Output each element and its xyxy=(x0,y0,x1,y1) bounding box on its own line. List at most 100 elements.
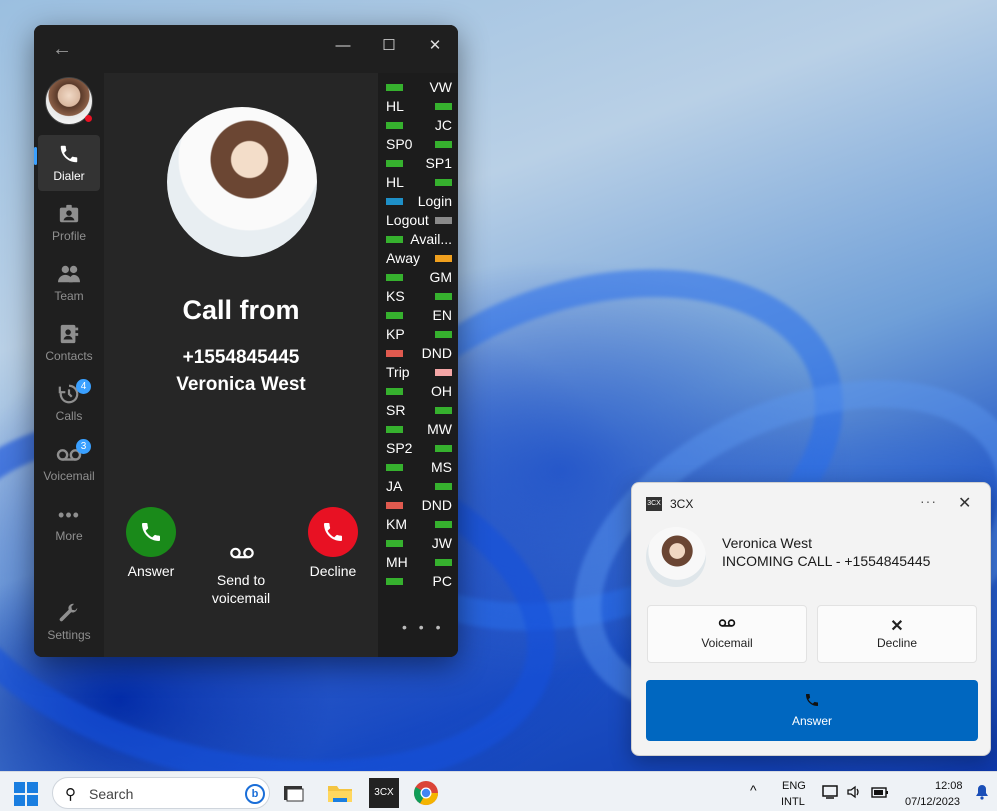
presence-status-indicator xyxy=(386,426,403,433)
sidebar-item-voicemail[interactable]: Voicemail 3 xyxy=(38,435,100,491)
sidebar-item-team[interactable]: Team xyxy=(38,255,100,311)
sidebar-item-calls[interactable]: Calls 4 xyxy=(38,375,100,431)
language-indicator-1[interactable]: ENG xyxy=(782,780,806,792)
presence-status-indicator xyxy=(435,141,452,148)
taskbar-app-3cx[interactable]: 3CX xyxy=(369,778,399,808)
taskbar-app-chrome[interactable] xyxy=(411,778,441,808)
presence-status-indicator xyxy=(435,483,452,490)
incoming-call-panel: Call from +1554845445 Veronica West Answ… xyxy=(104,73,378,657)
presence-item[interactable]: EN xyxy=(386,307,452,325)
close-icon: ✕ xyxy=(890,618,904,635)
presence-item[interactable]: Avail... xyxy=(386,231,452,249)
taskbar-search[interactable]: ⚲ Search b xyxy=(52,777,270,809)
volume-icon[interactable] xyxy=(846,784,862,803)
answer-button[interactable] xyxy=(126,507,176,557)
presence-status-indicator xyxy=(435,217,452,224)
presence-label: MH xyxy=(386,554,408,570)
presence-item[interactable]: MH xyxy=(386,554,452,572)
presence-item[interactable]: Logout xyxy=(386,212,452,230)
presence-item[interactable]: OH xyxy=(386,383,452,401)
incoming-call-notification: 3CX 3CX ··· ✕ Veronica West INCOMING CAL… xyxy=(631,482,991,756)
presence-item[interactable]: SP2 xyxy=(386,440,452,458)
presence-status-indicator xyxy=(386,578,403,585)
presence-item[interactable]: SR xyxy=(386,402,452,420)
presence-item[interactable]: JW xyxy=(386,535,452,553)
presence-item[interactable]: DND xyxy=(386,345,452,363)
task-view-icon xyxy=(284,786,304,802)
presence-item[interactable]: Login xyxy=(386,193,452,211)
notification-message: INCOMING CALL - +1554845445 xyxy=(722,553,931,569)
active-indicator xyxy=(34,147,37,165)
presence-label: SR xyxy=(386,402,406,418)
presence-label: KP xyxy=(386,326,405,342)
sidebar-item-more[interactable]: ••• More xyxy=(38,495,100,551)
presence-item[interactable]: HL xyxy=(386,174,452,192)
notification-more-button[interactable]: ··· xyxy=(920,493,937,509)
presence-status-indicator xyxy=(386,540,403,547)
presence-item[interactable]: DND xyxy=(386,497,452,515)
send-to-voicemail-button[interactable] xyxy=(229,545,254,561)
presence-item[interactable]: Away xyxy=(386,250,452,268)
presence-status-indicator xyxy=(386,312,403,319)
taskbar-app-explorer[interactable] xyxy=(325,778,355,808)
start-button[interactable] xyxy=(14,782,38,806)
presence-item[interactable]: GM xyxy=(386,269,452,287)
clock-time[interactable]: 12:08 xyxy=(935,780,963,792)
language-indicator-2[interactable]: INTL xyxy=(781,796,805,808)
presence-item[interactable]: KP xyxy=(386,326,452,344)
presence-more-button[interactable]: • • • xyxy=(402,619,444,635)
presence-item[interactable]: SP1 xyxy=(386,155,452,173)
presence-status-indicator xyxy=(435,445,452,452)
notification-decline-button[interactable]: ✕ Decline xyxy=(817,605,977,663)
presence-label: HL xyxy=(386,174,404,190)
presence-status-indicator xyxy=(386,122,403,129)
decline-button[interactable] xyxy=(308,507,358,557)
presence-item[interactable]: MS xyxy=(386,459,452,477)
notification-voicemail-button[interactable]: Voicemail xyxy=(647,605,807,663)
presence-item[interactable]: SP0 xyxy=(386,136,452,154)
presence-label: GM xyxy=(429,269,452,285)
notification-bell-icon[interactable] xyxy=(974,784,990,803)
presence-label: Login xyxy=(417,193,452,209)
minimize-button[interactable]: — xyxy=(328,31,358,61)
presence-status-indicator xyxy=(386,236,403,243)
presence-label: VW xyxy=(429,79,452,95)
presence-label: OH xyxy=(431,383,452,399)
phone-hangup-icon xyxy=(324,523,342,541)
presence-item[interactable]: MW xyxy=(386,421,452,439)
presence-item[interactable]: Trip xyxy=(386,364,452,382)
caller-avatar xyxy=(646,527,706,587)
sidebar-item-dialer[interactable]: Dialer xyxy=(38,135,100,191)
presence-item[interactable]: HL xyxy=(386,98,452,116)
clock-date[interactable]: 07/12/2023 xyxy=(905,796,960,808)
sidebar-item-contacts[interactable]: Contacts xyxy=(38,315,100,371)
sidebar-item-settings[interactable]: Settings xyxy=(38,594,100,650)
maximize-button[interactable]: ☐ xyxy=(374,31,404,61)
presence-label: Logout xyxy=(386,212,429,228)
presence-item[interactable]: PC xyxy=(386,573,452,591)
sidebar-item-profile[interactable]: Profile xyxy=(38,195,100,251)
presence-item[interactable]: KS xyxy=(386,288,452,306)
caller-photo xyxy=(167,107,317,257)
bing-icon[interactable]: b xyxy=(245,784,265,804)
presence-status-indicator xyxy=(386,160,403,167)
presence-item[interactable]: KM xyxy=(386,516,452,534)
voicemail-badge: 3 xyxy=(76,439,91,454)
battery-icon[interactable] xyxy=(870,784,890,803)
calls-badge: 4 xyxy=(76,379,91,394)
presence-status-indicator xyxy=(386,350,403,357)
sidebar-item-label: Calls xyxy=(55,409,83,423)
presence-item[interactable]: JA xyxy=(386,478,452,496)
presence-status-indicator xyxy=(435,369,452,376)
tray-overflow-chevron[interactable]: ^ xyxy=(750,782,757,798)
close-button[interactable]: ✕ xyxy=(420,31,450,61)
notification-close-button[interactable]: ✕ xyxy=(958,493,971,513)
id-badge-icon xyxy=(56,203,82,227)
presence-status-indicator xyxy=(386,274,403,281)
taskbar-app-desktop[interactable] xyxy=(279,778,309,808)
presence-item[interactable]: VW xyxy=(386,79,452,97)
notification-answer-button[interactable]: Answer xyxy=(646,680,978,741)
presence-item[interactable]: JC xyxy=(386,117,452,135)
back-arrow-icon[interactable]: ← xyxy=(52,35,80,63)
network-icon[interactable] xyxy=(822,784,840,803)
